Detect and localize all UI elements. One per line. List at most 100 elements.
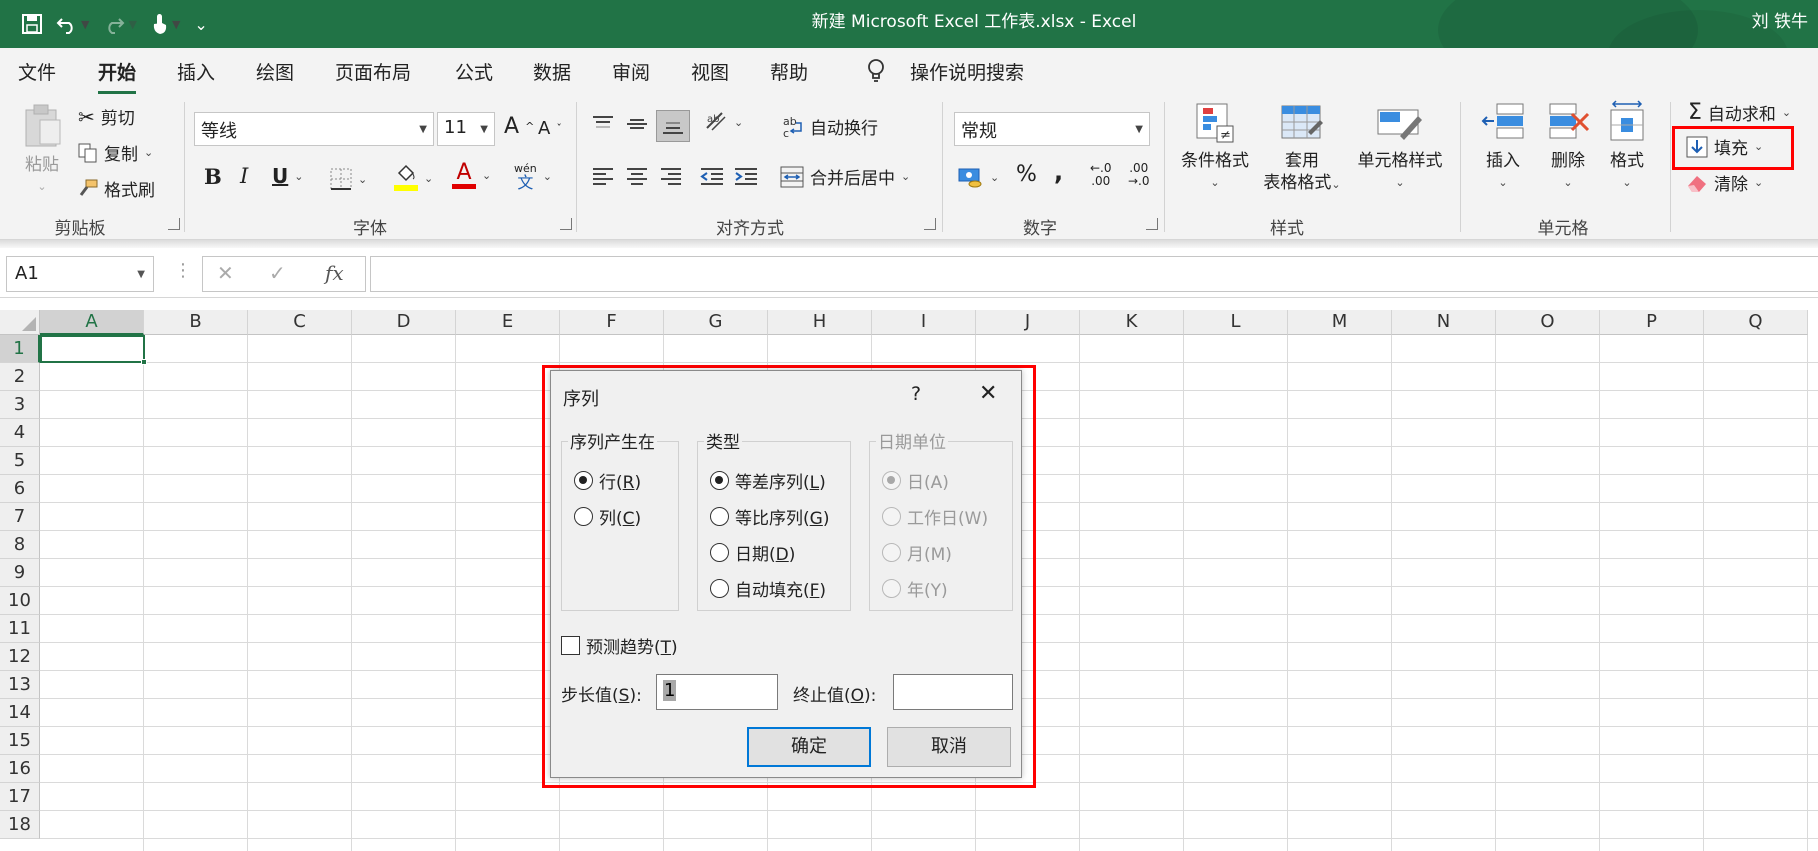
ok-button[interactable]: 确定 xyxy=(747,727,871,767)
format-painter-button[interactable]: 格式刷 xyxy=(78,176,155,201)
tab-insert[interactable]: 插入 xyxy=(177,58,215,85)
format-cells-button[interactable]: 格式 ⌄ xyxy=(1598,100,1656,194)
column-header[interactable]: F xyxy=(560,310,664,335)
select-all-corner[interactable] xyxy=(0,310,40,335)
clipboard-launcher-icon[interactable] xyxy=(168,218,180,230)
radio-growth[interactable]: 等比序列(G) xyxy=(710,504,829,529)
row-header[interactable]: 1 xyxy=(0,335,40,363)
row-header[interactable]: 10 xyxy=(0,587,40,615)
row-header[interactable]: 11 xyxy=(0,615,40,643)
row-header[interactable]: 12 xyxy=(0,643,40,671)
radio-linear[interactable]: 等差序列(L) xyxy=(710,468,826,493)
fill-handle[interactable] xyxy=(141,359,147,365)
trend-checkbox[interactable]: 预测趋势(T) xyxy=(561,633,678,658)
row-header[interactable]: 13 xyxy=(0,671,40,699)
copy-button[interactable]: 复制 ⌄ xyxy=(78,140,153,165)
decrease-decimal-button[interactable]: .00 →.0 xyxy=(1128,162,1150,188)
radio-date[interactable]: 日期(D) xyxy=(710,540,795,565)
row-header[interactable]: 2 xyxy=(0,363,40,391)
merge-center-button[interactable]: 合并后居中 ⌄ xyxy=(780,164,910,189)
column-header[interactable]: B xyxy=(144,310,248,335)
row-header[interactable]: 15 xyxy=(0,727,40,755)
borders-button[interactable]: ⌄ xyxy=(330,168,367,190)
align-left-button[interactable] xyxy=(592,166,614,188)
column-header[interactable]: J xyxy=(976,310,1080,335)
merge-center-dropdown-icon[interactable]: ⌄ xyxy=(901,170,910,183)
column-header[interactable]: L xyxy=(1184,310,1288,335)
stop-value-input[interactable] xyxy=(893,674,1013,710)
cell-styles-button[interactable]: 单元格样式 ⌄ xyxy=(1350,102,1450,194)
column-header[interactable]: O xyxy=(1496,310,1600,335)
accounting-format-button[interactable]: ⌄ xyxy=(958,166,999,188)
decrease-indent-button[interactable] xyxy=(700,166,724,188)
bold-button[interactable]: B xyxy=(204,164,222,189)
tab-home[interactable]: 开始 xyxy=(98,58,137,94)
step-value-input[interactable]: 1 xyxy=(656,674,778,710)
align-middle-button[interactable] xyxy=(626,114,648,134)
radio-autofill[interactable]: 自动填充(F) xyxy=(710,576,826,601)
name-box[interactable]: A1 ▼ xyxy=(6,256,154,292)
font-color-button[interactable]: A ⌄ xyxy=(452,162,491,189)
font-size-combo[interactable]: 11 ▼ xyxy=(437,112,495,146)
increase-decimal-button[interactable]: ←.0.00 xyxy=(1090,162,1112,188)
align-right-button[interactable] xyxy=(660,166,682,188)
lightbulb-icon[interactable] xyxy=(866,58,886,89)
number-format-combo[interactable]: 常规 ▼ xyxy=(954,112,1150,146)
row-header[interactable]: 6 xyxy=(0,475,40,503)
delete-cells-button[interactable]: 删除 ⌄ xyxy=(1536,102,1600,194)
tab-review[interactable]: 审阅 xyxy=(612,58,650,85)
user-name[interactable]: 刘 铁牛 xyxy=(1752,0,1808,44)
column-header[interactable]: G xyxy=(664,310,768,335)
insert-cells-button[interactable]: 插入 ⌄ xyxy=(1470,102,1536,194)
orientation-button[interactable]: ab ⌄ xyxy=(704,110,743,134)
tab-data[interactable]: 数据 xyxy=(533,58,571,85)
format-as-table-button[interactable]: 套用 表格格式⌄ xyxy=(1254,102,1350,196)
row-header[interactable]: 14 xyxy=(0,699,40,727)
column-header[interactable]: E xyxy=(456,310,560,335)
wrap-text-button[interactable]: ab c 自动换行 xyxy=(782,114,878,140)
column-header[interactable]: M xyxy=(1288,310,1392,335)
tab-formulas[interactable]: 公式 xyxy=(455,58,493,85)
column-header[interactable]: Q xyxy=(1704,310,1808,335)
more-options-icon[interactable]: ⋮ xyxy=(174,260,192,281)
grow-font-button[interactable]: A ^ xyxy=(504,114,534,139)
accounting-dropdown-icon[interactable]: ⌄ xyxy=(990,171,999,184)
align-bottom-button[interactable] xyxy=(656,110,690,142)
row-header[interactable]: 4 xyxy=(0,419,40,447)
column-header[interactable]: I xyxy=(872,310,976,335)
row-header[interactable]: 18 xyxy=(0,811,40,839)
copy-dropdown-icon[interactable]: ⌄ xyxy=(144,146,153,159)
tab-page-layout[interactable]: 页面布局 xyxy=(335,58,411,85)
radio-columns[interactable]: 列(C) xyxy=(574,504,641,529)
autosum-button[interactable]: Σ 自动求和 ⌄ xyxy=(1688,100,1791,125)
tab-draw[interactable]: 绘图 xyxy=(256,58,294,85)
cancel-button[interactable]: 取消 xyxy=(887,727,1011,767)
column-header[interactable]: C xyxy=(248,310,352,335)
font-name-combo[interactable]: 等线 ▼ xyxy=(194,112,434,146)
alignment-launcher-icon[interactable] xyxy=(924,218,936,230)
radio-rows[interactable]: 行(R) xyxy=(574,468,641,493)
phonetic-button[interactable]: wén 文 ⌄ xyxy=(514,162,552,191)
underline-dropdown-icon[interactable]: ⌄ xyxy=(294,170,303,183)
clear-dropdown-icon[interactable]: ⌄ xyxy=(1754,176,1763,189)
row-header[interactable]: 9 xyxy=(0,559,40,587)
tab-view[interactable]: 视图 xyxy=(691,58,729,85)
row-header[interactable]: 5 xyxy=(0,447,40,475)
font-color-dropdown-icon[interactable]: ⌄ xyxy=(482,169,491,182)
column-header[interactable]: D xyxy=(352,310,456,335)
row-header[interactable]: 3 xyxy=(0,391,40,419)
row-header[interactable]: 8 xyxy=(0,531,40,559)
conditional-formatting-button[interactable]: ≠ 条件格式 ⌄ xyxy=(1174,102,1256,194)
increase-indent-button[interactable] xyxy=(734,166,758,188)
formula-input[interactable] xyxy=(370,256,1818,292)
align-center-button[interactable] xyxy=(626,166,648,188)
help-icon[interactable]: ? xyxy=(911,383,921,405)
comma-style-button[interactable]: , xyxy=(1054,158,1063,186)
column-header[interactable]: K xyxy=(1080,310,1184,335)
column-header[interactable]: N xyxy=(1392,310,1496,335)
tab-file[interactable]: 文件 xyxy=(18,58,56,85)
italic-button[interactable]: I xyxy=(240,164,248,188)
underline-button[interactable]: U ⌄ xyxy=(272,164,303,188)
row-header[interactable]: 7 xyxy=(0,503,40,531)
clear-button[interactable]: 清除 ⌄ xyxy=(1686,170,1763,195)
